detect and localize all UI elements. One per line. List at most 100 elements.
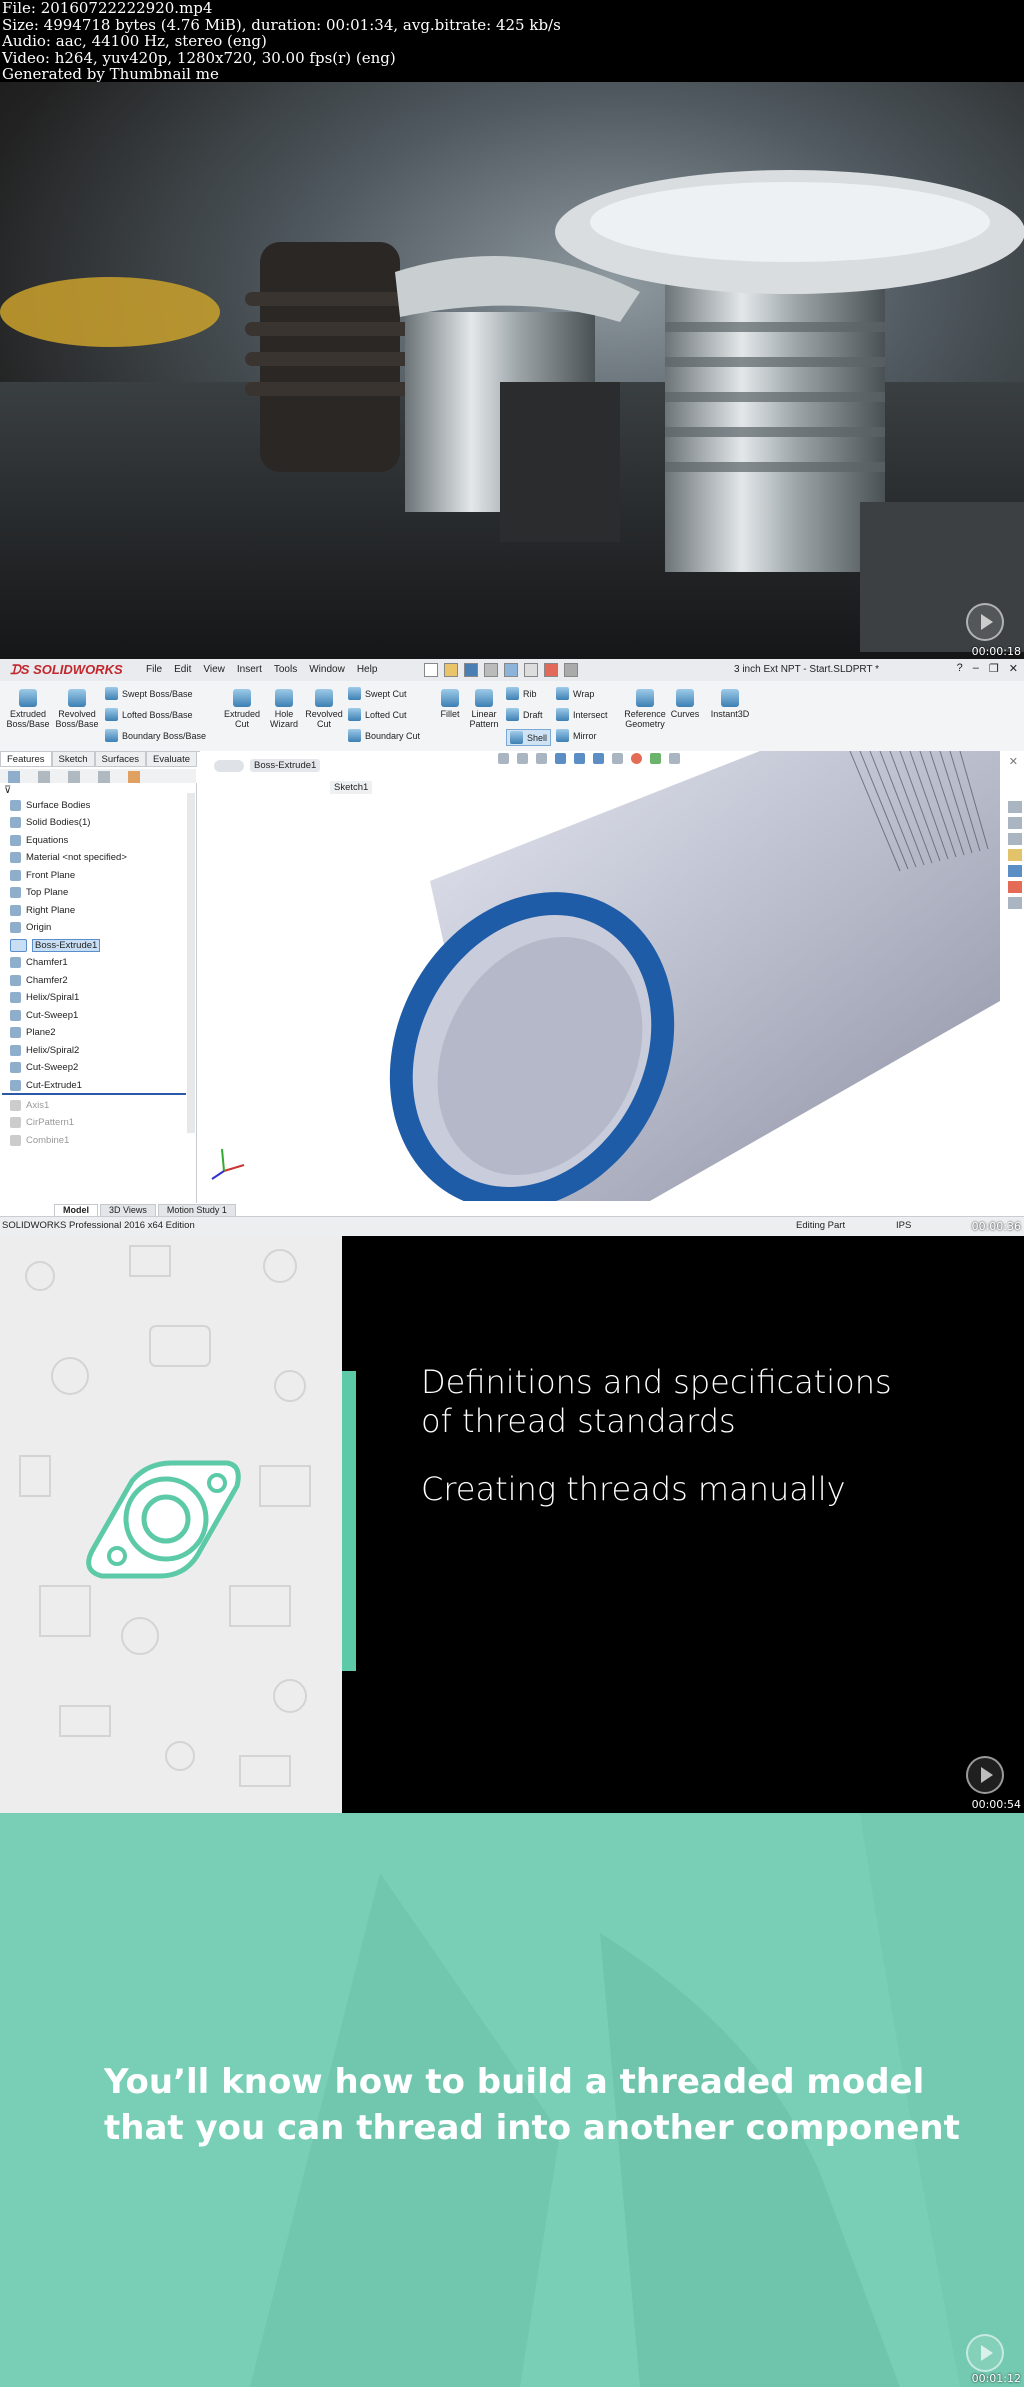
lofted-cut-button[interactable]: Lofted Cut	[348, 708, 407, 721]
video-frame-4: You’ll know how to build a threaded mode…	[0, 1813, 1024, 2387]
feature-manager-icon[interactable]	[8, 771, 20, 783]
play-icon[interactable]	[966, 1179, 1004, 1217]
tree-item-suppressed[interactable]: Axis1	[10, 1097, 49, 1113]
rib-button[interactable]: Rib	[506, 687, 537, 700]
tree-item[interactable]: Helix/Spiral1	[10, 989, 79, 1005]
tree-item[interactable]: Chamfer2	[10, 972, 68, 988]
print-icon[interactable]	[484, 663, 498, 677]
rollback-bar[interactable]	[2, 1093, 186, 1095]
tree-item[interactable]: Right Plane	[10, 902, 75, 918]
property-manager-icon[interactable]	[38, 771, 50, 783]
tab-evaluate[interactable]: Evaluate	[146, 751, 198, 767]
wrap-button[interactable]: Wrap	[556, 687, 594, 700]
extruded-cut-button[interactable]: Extruded Cut	[220, 689, 264, 729]
design-library-icon[interactable]	[1008, 833, 1022, 845]
appearances-icon[interactable]	[1008, 881, 1022, 893]
tree-scrollbar[interactable]	[187, 793, 195, 1133]
tree-item[interactable]: Helix/Spiral2	[10, 1042, 79, 1058]
document-title: 3 inch Ext NPT - Start.SLDPRT *	[734, 664, 880, 675]
boundary-cut-button[interactable]: Boundary Cut	[348, 729, 420, 742]
menu-view[interactable]: View	[203, 664, 225, 675]
tab-features[interactable]: Features	[0, 751, 52, 767]
shell-button[interactable]: Shell	[506, 729, 552, 746]
tree-item-suppressed[interactable]: Combine1	[10, 1132, 69, 1148]
tree-item[interactable]: Cut-Extrude1	[10, 1077, 82, 1093]
tree-item[interactable]: Surface Bodies	[10, 797, 90, 813]
menu-insert[interactable]: Insert	[237, 664, 262, 675]
outcome-line-2: that you can thread into another compone…	[104, 2108, 960, 2148]
linear-pattern-button[interactable]: Linear Pattern	[464, 689, 504, 729]
rebuild-icon[interactable]	[544, 663, 558, 677]
undo-icon[interactable]	[504, 663, 518, 677]
close-icon[interactable]: ✕	[1009, 662, 1018, 675]
tree-item[interactable]: Top Plane	[10, 884, 68, 900]
minimize-icon[interactable]: –	[973, 662, 979, 675]
menu-help[interactable]: Help	[357, 664, 378, 675]
status-units[interactable]: IPS	[896, 1220, 911, 1231]
home-icon[interactable]	[1008, 801, 1022, 813]
reference-geometry-button[interactable]: Reference Geometry	[622, 689, 668, 729]
play-icon[interactable]	[966, 2334, 1004, 2372]
folder-icon	[10, 799, 21, 811]
new-icon[interactable]	[424, 663, 438, 677]
menu-edit[interactable]: Edit	[174, 664, 191, 675]
command-manager: Extruded Boss/Base Revolved Boss/Base Sw…	[0, 681, 1024, 752]
graphics-area[interactable]: Boss-Extrude1 Sketch1 ✕	[200, 751, 1024, 1201]
tree-item-suppressed[interactable]: CirPattern1	[10, 1114, 74, 1130]
file-size: Size: 4994718 bytes (4.76 MiB), duration…	[2, 15, 561, 34]
draft-button[interactable]: Draft	[506, 708, 543, 721]
tree-item[interactable]: Front Plane	[10, 867, 75, 883]
tree-item[interactable]: Origin	[10, 919, 51, 935]
tree-item[interactable]: Equations	[10, 832, 68, 848]
play-icon[interactable]	[966, 603, 1004, 641]
instant3d-button[interactable]: Instant3D	[708, 689, 752, 719]
restore-icon[interactable]: ❐	[989, 662, 999, 675]
tree-item[interactable]: Cut-Sweep2	[10, 1059, 78, 1075]
swept-cut-button[interactable]: Swept Cut	[348, 687, 407, 700]
threaded-parts-photo	[0, 170, 1024, 659]
hole-wizard-button[interactable]: Hole Wizard	[262, 689, 306, 729]
tree-item[interactable]: Material <not specified>	[10, 849, 127, 865]
menu-file[interactable]: File	[146, 664, 162, 675]
curves-button[interactable]: Curves	[668, 689, 702, 719]
view-palette-icon[interactable]	[1008, 865, 1022, 877]
tab-surfaces[interactable]: Surfaces	[94, 751, 147, 767]
audio-info: Audio: aac, 44100 Hz, stereo (eng)	[2, 32, 267, 50]
mirror-button[interactable]: Mirror	[556, 729, 597, 742]
extruded-boss-button[interactable]: Extruded Boss/Base	[6, 689, 50, 729]
pipe-model	[211, 751, 1000, 1201]
file-explorer-icon[interactable]	[1008, 849, 1022, 861]
tree-item[interactable]: Solid Bodies(1)	[10, 814, 90, 830]
open-icon[interactable]	[444, 663, 458, 677]
filter-icon[interactable]: ⊽	[4, 785, 11, 796]
select-icon[interactable]	[524, 663, 538, 677]
dimxpert-icon[interactable]	[98, 771, 110, 783]
intersect-button[interactable]: Intersect	[556, 708, 608, 721]
save-icon[interactable]	[464, 663, 478, 677]
quick-access-toolbar	[424, 663, 578, 677]
menu-tools[interactable]: Tools	[274, 664, 297, 675]
configuration-manager-icon[interactable]	[68, 771, 80, 783]
lofted-boss-button[interactable]: Lofted Boss/Base	[105, 708, 193, 721]
revolved-cut-button[interactable]: Revolved Cut	[302, 689, 346, 729]
play-icon[interactable]	[966, 1756, 1004, 1794]
swept-boss-button[interactable]: Swept Boss/Base	[105, 687, 193, 700]
tree-item[interactable]: Plane2	[10, 1024, 56, 1040]
tab-sketch[interactable]: Sketch	[51, 751, 95, 767]
menu-window[interactable]: Window	[309, 664, 345, 675]
fillet-button[interactable]: Fillet	[432, 689, 468, 719]
options-icon[interactable]	[564, 663, 578, 677]
menu-bar: File Edit View Insert Tools Window Help	[146, 664, 377, 675]
boundary-boss-button[interactable]: Boundary Boss/Base	[105, 729, 206, 742]
custom-properties-icon[interactable]	[1008, 897, 1022, 909]
tree-item[interactable]: Cut-Sweep1	[10, 1007, 78, 1023]
help-icon[interactable]: ?	[957, 662, 963, 675]
display-manager-icon[interactable]	[128, 771, 140, 783]
tree-item-selected[interactable]: Boss-Extrude1	[10, 937, 101, 953]
window-controls: ? – ❐ ✕	[957, 662, 1018, 675]
revolved-boss-button[interactable]: Revolved Boss/Base	[55, 689, 99, 729]
hole-wizard-icon	[275, 689, 293, 707]
icon-pattern-background	[0, 1236, 342, 1813]
tree-item[interactable]: Chamfer1	[10, 954, 68, 970]
resources-icon[interactable]	[1008, 817, 1022, 829]
